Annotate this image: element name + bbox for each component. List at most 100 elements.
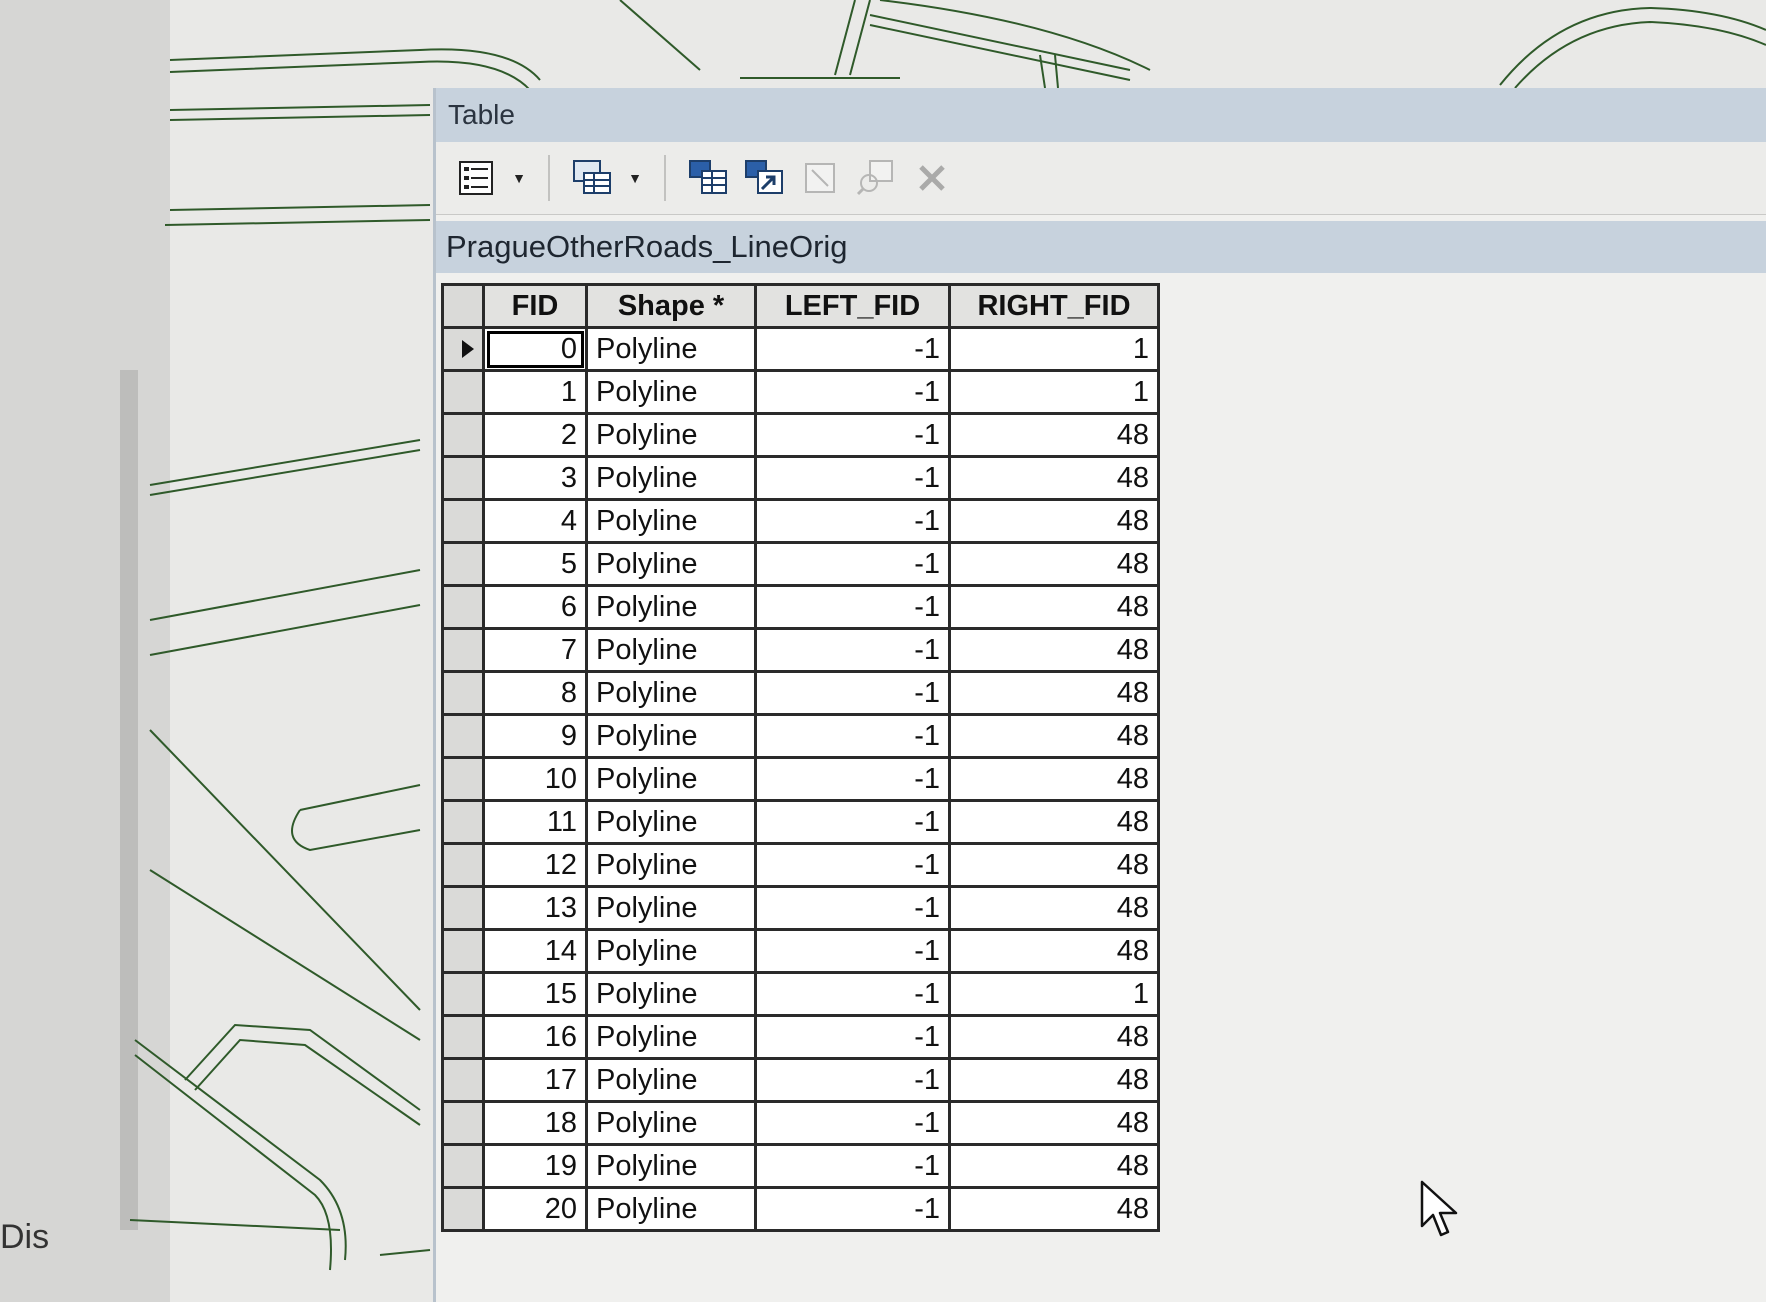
cell-left-fid[interactable]: -1 [754,369,951,415]
cell-left-fid[interactable]: -1 [754,971,951,1017]
cell-shape[interactable]: Polyline [585,541,757,587]
cell-shape[interactable]: Polyline [585,971,757,1017]
cell-fid[interactable]: 10 [482,756,588,802]
table-row[interactable]: 5 Polyline -1 48 [441,541,1160,587]
zoom-to-selected-button[interactable] [854,156,898,200]
cell-right-fid[interactable]: 48 [948,885,1160,931]
cell-right-fid[interactable]: 48 [948,799,1160,845]
cell-fid[interactable]: 7 [482,627,588,673]
cell-shape[interactable]: Polyline [585,455,757,501]
table-tab[interactable]: PragueOtherRoads_LineOrig [436,221,1766,273]
cell-shape[interactable]: Polyline [585,1100,757,1146]
cell-shape[interactable]: Polyline [585,713,757,759]
row-selector[interactable] [441,713,485,759]
select-by-attributes-button[interactable] [686,156,730,200]
row-selector-header[interactable] [441,283,485,329]
cell-left-fid[interactable]: -1 [754,670,951,716]
cell-left-fid[interactable]: -1 [754,799,951,845]
table-row[interactable]: 12 Polyline -1 48 [441,842,1160,888]
table-row[interactable]: 0 Polyline -1 1 [441,326,1160,372]
cell-shape[interactable]: Polyline [585,369,757,415]
window-titlebar[interactable]: Table [436,88,1766,142]
row-selector[interactable] [441,369,485,415]
cell-right-fid[interactable]: 48 [948,455,1160,501]
related-tables-button[interactable] [570,156,614,200]
row-selector[interactable] [441,1143,485,1189]
cell-shape[interactable]: Polyline [585,1143,757,1189]
related-tables-dropdown[interactable]: ▼ [626,156,644,200]
row-selector[interactable] [441,756,485,802]
cell-right-fid[interactable]: 1 [948,326,1160,372]
cell-right-fid[interactable]: 48 [948,1057,1160,1103]
table-row[interactable]: 2 Polyline -1 48 [441,412,1160,458]
cell-fid[interactable]: 11 [482,799,588,845]
cell-left-fid[interactable]: -1 [754,498,951,544]
column-header-shape[interactable]: Shape * [585,283,757,329]
cell-left-fid[interactable]: -1 [754,756,951,802]
cell-left-fid[interactable]: -1 [754,455,951,501]
cell-fid[interactable]: 3 [482,455,588,501]
row-selector[interactable] [441,1186,485,1232]
cell-shape[interactable]: Polyline [585,842,757,888]
cell-fid[interactable]: 1 [482,369,588,415]
cell-right-fid[interactable]: 48 [948,670,1160,716]
cell-right-fid[interactable]: 48 [948,928,1160,974]
cell-fid[interactable]: 14 [482,928,588,974]
delete-selected-button[interactable] [910,156,954,200]
cell-fid[interactable]: 16 [482,1014,588,1060]
table-row[interactable]: 6 Polyline -1 48 [441,584,1160,630]
cell-fid[interactable]: 9 [482,713,588,759]
cell-fid[interactable]: 17 [482,1057,588,1103]
table-row[interactable]: 4 Polyline -1 48 [441,498,1160,544]
row-selector[interactable] [441,1057,485,1103]
column-header-fid[interactable]: FID [482,283,588,329]
cell-left-fid[interactable]: -1 [754,1143,951,1189]
cell-fid[interactable]: 12 [482,842,588,888]
cell-left-fid[interactable]: -1 [754,1100,951,1146]
table-row[interactable]: 19 Polyline -1 48 [441,1143,1160,1189]
cell-right-fid[interactable]: 1 [948,369,1160,415]
cell-fid[interactable]: 19 [482,1143,588,1189]
attribute-table-window[interactable]: Table ▼ ▼ PragueOtherRoads_LineOrig FID … [433,88,1766,1302]
cell-shape[interactable]: Polyline [585,928,757,974]
cell-right-fid[interactable]: 48 [948,756,1160,802]
cell-shape[interactable]: Polyline [585,756,757,802]
cell-right-fid[interactable]: 48 [948,1014,1160,1060]
cell-fid[interactable]: 18 [482,1100,588,1146]
row-selector[interactable] [441,670,485,716]
cell-fid[interactable]: 0 [482,326,588,372]
cell-right-fid[interactable]: 48 [948,842,1160,888]
cell-fid[interactable]: 4 [482,498,588,544]
cell-right-fid[interactable]: 48 [948,584,1160,630]
cell-shape[interactable]: Polyline [585,670,757,716]
cell-left-fid[interactable]: -1 [754,885,951,931]
cell-left-fid[interactable]: -1 [754,1057,951,1103]
cell-shape[interactable]: Polyline [585,1014,757,1060]
cell-fid[interactable]: 6 [482,584,588,630]
cell-left-fid[interactable]: -1 [754,627,951,673]
clear-selection-button[interactable] [798,156,842,200]
table-row[interactable]: 8 Polyline -1 48 [441,670,1160,716]
row-selector[interactable] [441,971,485,1017]
table-options-dropdown[interactable]: ▼ [510,156,528,200]
row-selector[interactable] [441,842,485,888]
cell-shape[interactable]: Polyline [585,412,757,458]
table-row[interactable]: 17 Polyline -1 48 [441,1057,1160,1103]
table-options-button[interactable] [454,156,498,200]
cell-shape[interactable]: Polyline [585,799,757,845]
cell-left-fid[interactable]: -1 [754,713,951,759]
cell-right-fid[interactable]: 48 [948,1100,1160,1146]
table-row[interactable]: 14 Polyline -1 48 [441,928,1160,974]
row-selector[interactable] [441,928,485,974]
cell-fid[interactable]: 2 [482,412,588,458]
cell-right-fid[interactable]: 1 [948,971,1160,1017]
cell-left-fid[interactable]: -1 [754,1186,951,1232]
table-row[interactable]: 11 Polyline -1 48 [441,799,1160,845]
cell-left-fid[interactable]: -1 [754,928,951,974]
cell-left-fid[interactable]: -1 [754,412,951,458]
cell-right-fid[interactable]: 48 [948,498,1160,544]
cell-shape[interactable]: Polyline [585,1057,757,1103]
cell-right-fid[interactable]: 48 [948,412,1160,458]
row-selector[interactable] [441,799,485,845]
cell-right-fid[interactable]: 48 [948,541,1160,587]
